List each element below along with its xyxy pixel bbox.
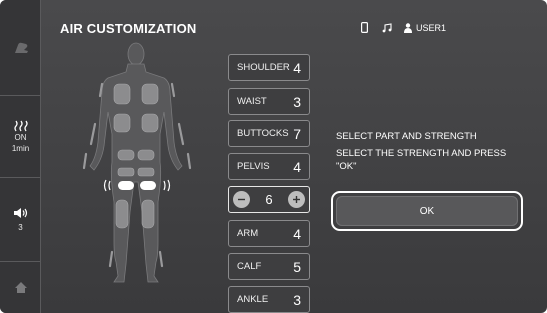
part-value: 7: [293, 125, 301, 142]
user-label: USER1: [416, 22, 447, 33]
instruction-line: "OK": [336, 161, 357, 172]
decrease-button[interactable]: [233, 191, 250, 208]
part-label: CALF: [237, 261, 262, 272]
part-label: SHOULDER: [237, 62, 290, 73]
phone-icon: [361, 22, 368, 33]
sidebar: ON 1min 3: [0, 0, 41, 313]
strength-value: 6: [265, 192, 273, 207]
chair-icon: [14, 42, 28, 53]
instructions: SELECT PART AND STRENGTH SELECT THE STRE…: [336, 130, 526, 173]
speaker-icon: [13, 207, 27, 218]
body-figure: [82, 42, 192, 283]
instruction-line: SELECT THE STRENGTH AND PRESS: [336, 148, 507, 159]
part-label: ARM: [237, 228, 259, 239]
part-pelvis-button[interactable]: PELVIS 4: [228, 153, 310, 180]
screen: ON 1min 3 AIR CUSTOMIZATION USER1 SHOULD…: [0, 0, 547, 313]
instruction-line: SELECT PART AND STRENGTH: [336, 131, 477, 142]
part-value: 4: [293, 59, 301, 76]
page-title: AIR CUSTOMIZATION: [60, 21, 197, 36]
sidebar-item-heat[interactable]: ON 1min: [0, 96, 41, 178]
heat-state: ON: [14, 132, 27, 142]
part-ankle-button[interactable]: ANKLE 3: [228, 286, 310, 313]
part-label: WAIST: [237, 96, 267, 107]
volume-level: 3: [18, 222, 23, 232]
part-calf-button[interactable]: CALF 5: [228, 253, 310, 280]
minus-icon: [238, 198, 245, 201]
plus-icon: [292, 196, 300, 203]
sidebar-item-chair[interactable]: [0, 0, 41, 96]
part-value: 3: [293, 291, 301, 308]
increase-button[interactable]: [287, 191, 305, 208]
part-waist-button[interactable]: WAIST 3: [228, 88, 310, 115]
part-label: BUTTOCKS: [237, 128, 289, 139]
part-value: 4: [293, 158, 301, 175]
home-icon: [14, 282, 27, 293]
heat-duration: 1min: [11, 143, 30, 153]
part-value: 4: [293, 225, 301, 242]
sidebar-item-home[interactable]: [0, 262, 41, 313]
part-shoulder-button[interactable]: SHOULDER 4: [228, 54, 310, 81]
heat-icon: [13, 120, 28, 131]
part-value: 5: [293, 258, 301, 275]
part-arm-button[interactable]: ARM 4: [228, 220, 310, 247]
strength-stepper[interactable]: 6: [228, 186, 310, 213]
part-label: PELVIS: [237, 161, 270, 172]
music-note-icon: [382, 22, 392, 32]
part-value: 3: [293, 93, 301, 110]
part-buttocks-button[interactable]: BUTTOCKS 7: [228, 120, 310, 147]
part-label: ANKLE: [237, 294, 269, 305]
status-bar: USER1: [361, 22, 446, 33]
user-icon: [404, 22, 412, 33]
sidebar-item-volume[interactable]: 3: [0, 178, 41, 262]
ok-button[interactable]: OK: [336, 196, 518, 226]
